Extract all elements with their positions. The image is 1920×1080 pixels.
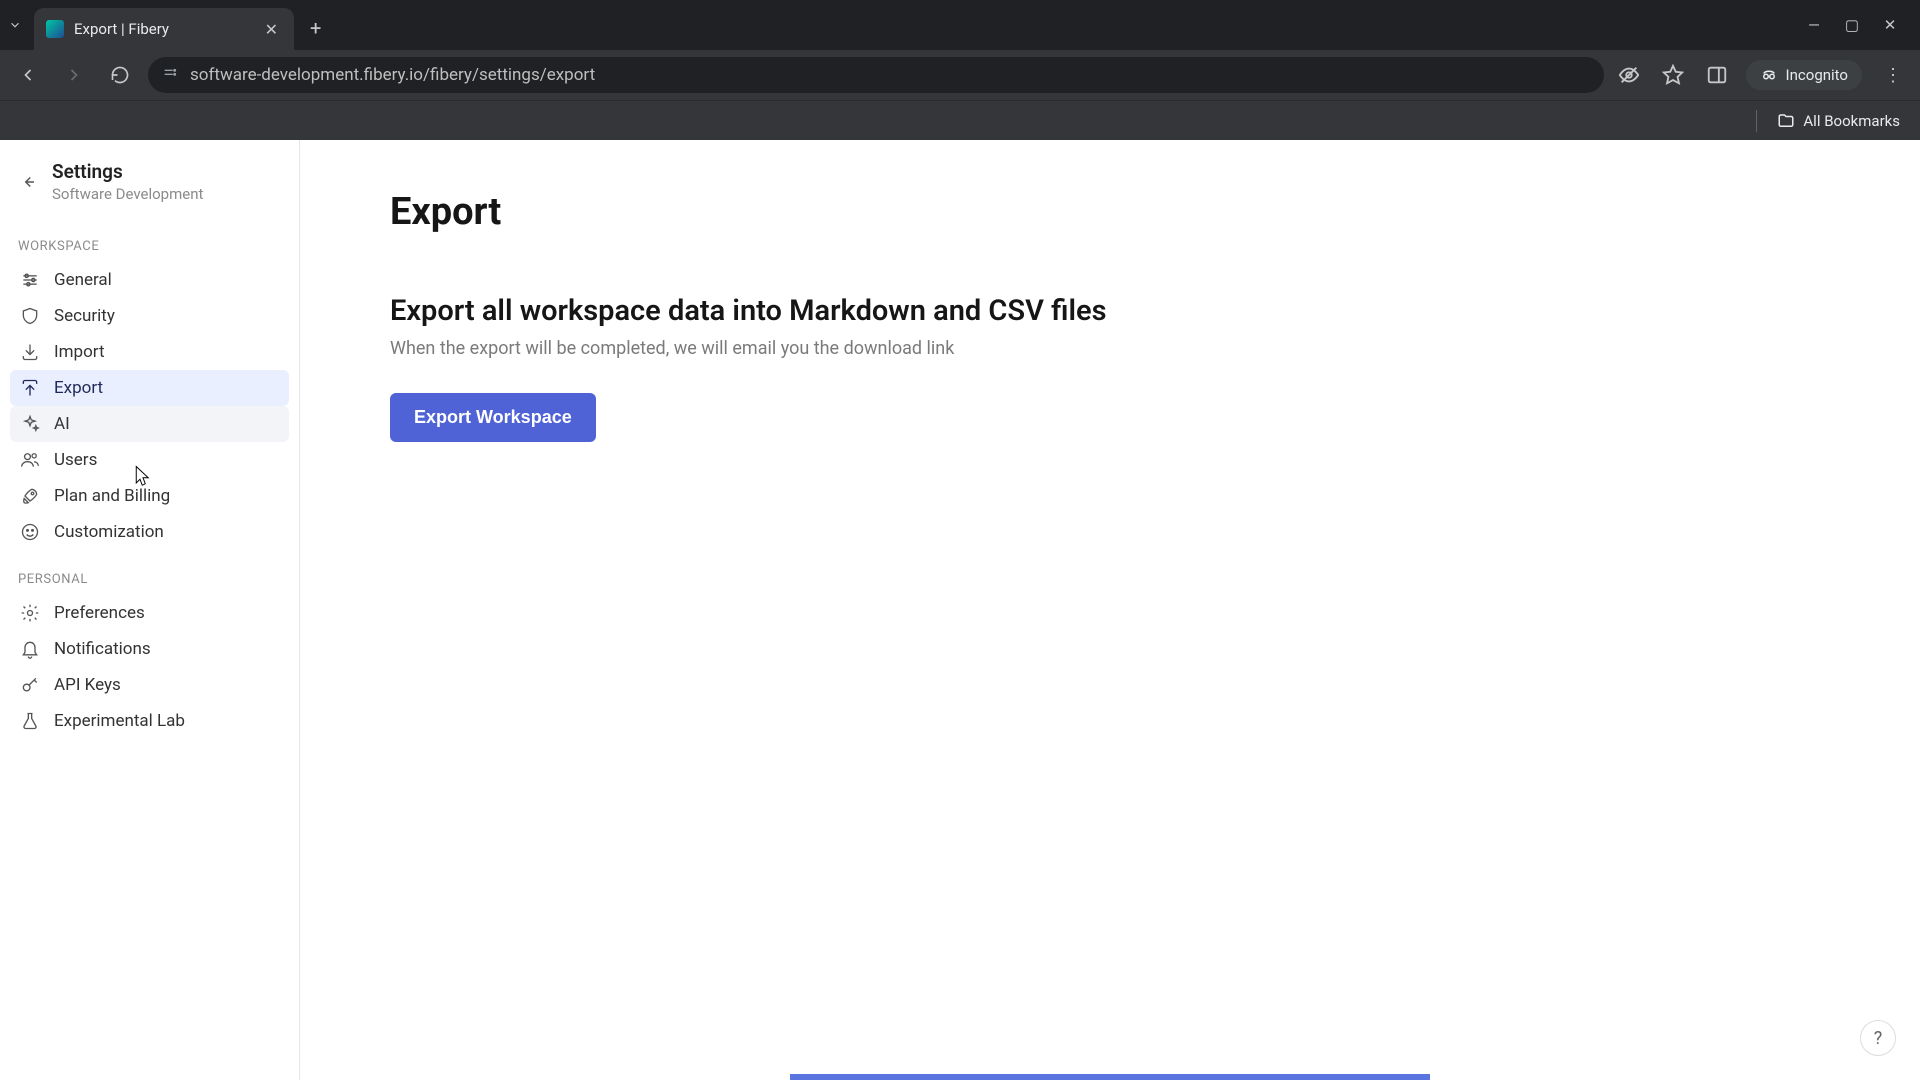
browser-menu-icon[interactable]: ⋮ (1876, 61, 1910, 90)
upload-icon (20, 378, 40, 398)
smile-icon (20, 522, 40, 542)
address-bar[interactable]: software-development.fibery.io/fibery/se… (148, 57, 1604, 93)
window-controls: ― ▢ ✕ (1784, 16, 1920, 50)
shield-icon (20, 306, 40, 326)
settings-sidebar: Settings Software Development WORKSPACE … (0, 140, 300, 1080)
sidebar-item-users[interactable]: Users (10, 442, 289, 478)
sidebar-item-label: Notifications (54, 639, 151, 659)
sidebar-item-customization[interactable]: Customization (10, 514, 289, 550)
close-tab-icon[interactable]: ✕ (261, 18, 282, 41)
sidebar-item-lab[interactable]: Experimental Lab (10, 703, 289, 739)
sidebar-item-label: Import (54, 342, 105, 362)
reload-button[interactable] (102, 57, 138, 93)
all-bookmarks-label: All Bookmarks (1803, 112, 1900, 130)
sidebar-item-label: AI (54, 414, 70, 434)
sidebar-header: Settings Software Development (10, 158, 289, 217)
forward-button[interactable] (56, 57, 92, 93)
sidebar-item-label: Preferences (54, 603, 145, 623)
bell-icon (20, 639, 40, 659)
bookmarks-bar: All Bookmarks (0, 100, 1920, 140)
sidebar-item-preferences[interactable]: Preferences (10, 595, 289, 631)
sidebar-item-label: General (54, 270, 112, 290)
sidebar-item-label: Security (54, 306, 115, 326)
sidebar-item-plan[interactable]: Plan and Billing (10, 478, 289, 514)
sidebar-item-label: Plan and Billing (54, 486, 170, 506)
url-text: software-development.fibery.io/fibery/se… (190, 65, 1590, 85)
sidebar-item-import[interactable]: Import (10, 334, 289, 370)
section-label-personal: PERSONAL (10, 550, 289, 595)
browser-tab-strip: Export | Fibery ✕ + ― ▢ ✕ (0, 0, 1920, 50)
tab-title: Export | Fibery (74, 20, 251, 38)
sliders-icon (20, 270, 40, 290)
bottom-accent-bar (790, 1074, 1430, 1080)
description-text: When the export will be completed, we wi… (390, 338, 1830, 359)
site-info-icon[interactable] (162, 65, 178, 85)
app-content: Settings Software Development WORKSPACE … (0, 140, 1920, 1080)
browser-tab-active[interactable]: Export | Fibery ✕ (34, 8, 294, 50)
page-title: Export (390, 190, 1830, 234)
help-button[interactable]: ? (1860, 1020, 1896, 1056)
bookmark-star-icon[interactable] (1658, 60, 1688, 90)
incognito-chip[interactable]: Incognito (1746, 60, 1862, 90)
fibery-favicon-icon (46, 20, 64, 38)
flask-icon (20, 711, 40, 731)
key-icon (20, 675, 40, 695)
gear-icon (20, 603, 40, 623)
eye-off-icon[interactable] (1614, 60, 1644, 90)
sub-heading: Export all workspace data into Markdown … (390, 294, 1830, 328)
sidebar-header-text: Settings Software Development (52, 160, 203, 203)
sidebar-item-label: Experimental Lab (54, 711, 185, 731)
side-panel-icon[interactable] (1702, 60, 1732, 90)
back-button[interactable] (10, 57, 46, 93)
sidebar-item-ai[interactable]: AI (10, 406, 289, 442)
sidebar-item-label: Customization (54, 522, 164, 542)
main-panel: Export Export all workspace data into Ma… (300, 140, 1920, 1080)
divider (1756, 110, 1757, 132)
sidebar-item-apikeys[interactable]: API Keys (10, 667, 289, 703)
sparkle-icon (20, 414, 40, 434)
toolbar-right: Incognito ⋮ (1614, 60, 1910, 90)
sidebar-item-label: Export (54, 378, 103, 398)
section-label-workspace: WORKSPACE (10, 217, 289, 262)
new-tab-button[interactable]: + (294, 16, 337, 50)
sidebar-subtitle: Software Development (52, 185, 203, 203)
export-workspace-button[interactable]: Export Workspace (390, 393, 596, 442)
sidebar-item-export[interactable]: Export (10, 370, 289, 406)
download-icon (20, 342, 40, 362)
users-icon (20, 450, 40, 470)
maximize-icon[interactable]: ▢ (1842, 16, 1862, 34)
rocket-icon (20, 486, 40, 506)
browser-toolbar: software-development.fibery.io/fibery/se… (0, 50, 1920, 100)
back-icon[interactable] (14, 168, 42, 196)
sidebar-item-label: Users (54, 450, 97, 470)
sidebar-item-security[interactable]: Security (10, 298, 289, 334)
close-window-icon[interactable]: ✕ (1880, 16, 1900, 34)
sidebar-item-notifications[interactable]: Notifications (10, 631, 289, 667)
tab-search-button[interactable] (4, 14, 26, 36)
sidebar-item-label: API Keys (54, 675, 121, 695)
sidebar-item-general[interactable]: General (10, 262, 289, 298)
incognito-label: Incognito (1786, 66, 1848, 84)
all-bookmarks-button[interactable]: All Bookmarks (1777, 112, 1900, 130)
sidebar-title: Settings (52, 160, 203, 183)
minimize-icon[interactable]: ― (1804, 16, 1824, 34)
